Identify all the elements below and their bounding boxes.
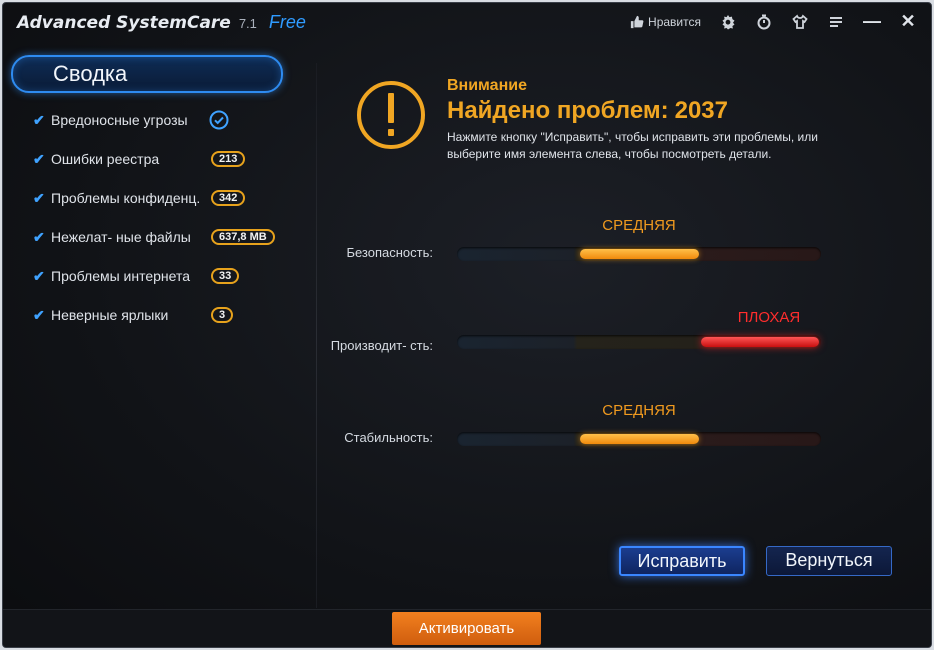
app-name: Advanced SystemCare xyxy=(17,13,231,33)
warning-header: Внимание Найдено проблем: 2037 Нажмите к… xyxy=(447,77,867,163)
performance-meter-fill xyxy=(701,337,819,347)
issue-label: Неверные ярлыки xyxy=(51,307,169,323)
count-badge: 213 xyxy=(211,151,246,167)
security-status: СРЕДНЯЯ xyxy=(602,217,676,234)
sidebar: Сводка ✔ Вредоносные угрозы ✔ Ошибки рее… xyxy=(3,43,303,609)
activate-button[interactable]: Активировать xyxy=(392,612,541,645)
app-edition: Free xyxy=(268,12,306,32)
checkbox-checked-icon[interactable]: ✔ xyxy=(33,307,49,324)
issue-label: Проблемы интернета xyxy=(51,268,191,284)
issues-found: Найдено проблем: 2037 xyxy=(447,97,867,125)
checkbox-checked-icon[interactable]: ✔ xyxy=(33,268,49,285)
title-bar: Advanced SystemCare 7.1 Free Нравится — … xyxy=(3,3,931,43)
warning-title: Внимание xyxy=(447,77,527,94)
close-icon[interactable]: ✕ xyxy=(899,11,917,32)
performance-status: ПЛОХАЯ xyxy=(737,309,801,326)
app-window: Advanced SystemCare 7.1 Free Нравится — … xyxy=(2,2,932,648)
count-badge: 33 xyxy=(211,268,240,284)
issue-label: Нежелат- ные файлы xyxy=(51,229,191,245)
issues-found-label: Найдено проблем: xyxy=(447,97,669,124)
warning-description: Нажмите кнопку "Исправить", чтобы исправ… xyxy=(447,130,818,161)
stability-label: Стабильность: xyxy=(344,430,433,445)
issue-item-registry[interactable]: ✔ Ошибки реестра 213 xyxy=(33,148,246,170)
back-button[interactable]: Вернуться xyxy=(766,546,892,576)
security-meter-fill xyxy=(580,249,699,259)
security-meter xyxy=(457,247,821,261)
performance-label: Производит- сть: xyxy=(330,338,433,353)
ok-check-icon xyxy=(209,110,229,130)
count-badge: 3 xyxy=(211,307,234,323)
stability-status: СРЕДНЯЯ xyxy=(602,402,676,419)
app-title: Advanced SystemCare 7.1 Free xyxy=(17,12,306,33)
issue-item-privacy[interactable]: ✔ Проблемы конфиденц. 342 xyxy=(33,187,246,209)
security-label: Безопасность: xyxy=(346,245,433,260)
like-button[interactable]: Нравится xyxy=(630,13,701,31)
sidebar-divider xyxy=(316,63,317,608)
issue-item-internet[interactable]: ✔ Проблемы интернета 33 xyxy=(33,265,240,287)
title-actions: Нравится — ✕ xyxy=(630,11,917,32)
issue-item-malware[interactable]: ✔ Вредоносные угрозы xyxy=(33,109,229,131)
timer-icon[interactable] xyxy=(755,13,773,31)
minimize-icon[interactable]: — xyxy=(863,11,881,32)
issue-item-shortcuts[interactable]: ✔ Неверные ярлыки 3 xyxy=(33,304,234,326)
count-badge: 342 xyxy=(211,190,246,206)
settings-icon[interactable] xyxy=(719,13,737,31)
checkbox-checked-icon[interactable]: ✔ xyxy=(33,112,49,129)
skin-shirt-icon[interactable] xyxy=(791,13,809,31)
like-label: Нравится xyxy=(648,14,701,29)
issue-label: Проблемы конфиденц. xyxy=(51,190,201,206)
menu-icon[interactable] xyxy=(827,13,845,31)
checkbox-checked-icon[interactable]: ✔ xyxy=(33,190,49,207)
app-version: 7.1 xyxy=(238,16,257,31)
issue-label: Вредоносные угрозы xyxy=(51,112,188,128)
performance-meter xyxy=(457,335,821,349)
issue-label: Ошибки реестра xyxy=(51,151,160,167)
stability-meter-fill xyxy=(580,434,699,444)
fix-button[interactable]: Исправить xyxy=(619,546,745,576)
warning-exclamation-icon xyxy=(357,81,425,149)
thumbs-up-icon xyxy=(630,13,644,31)
size-badge: 637,8 MB xyxy=(211,229,275,245)
issue-item-junk-files[interactable]: ✔ Нежелат- ные файлы 637,8 MB xyxy=(33,226,275,248)
stability-meter xyxy=(457,432,821,446)
checkbox-checked-icon[interactable]: ✔ xyxy=(33,229,49,246)
summary-tab[interactable]: Сводка xyxy=(11,55,283,93)
checkbox-checked-icon[interactable]: ✔ xyxy=(33,151,49,168)
issues-found-count: 2037 xyxy=(674,97,728,124)
